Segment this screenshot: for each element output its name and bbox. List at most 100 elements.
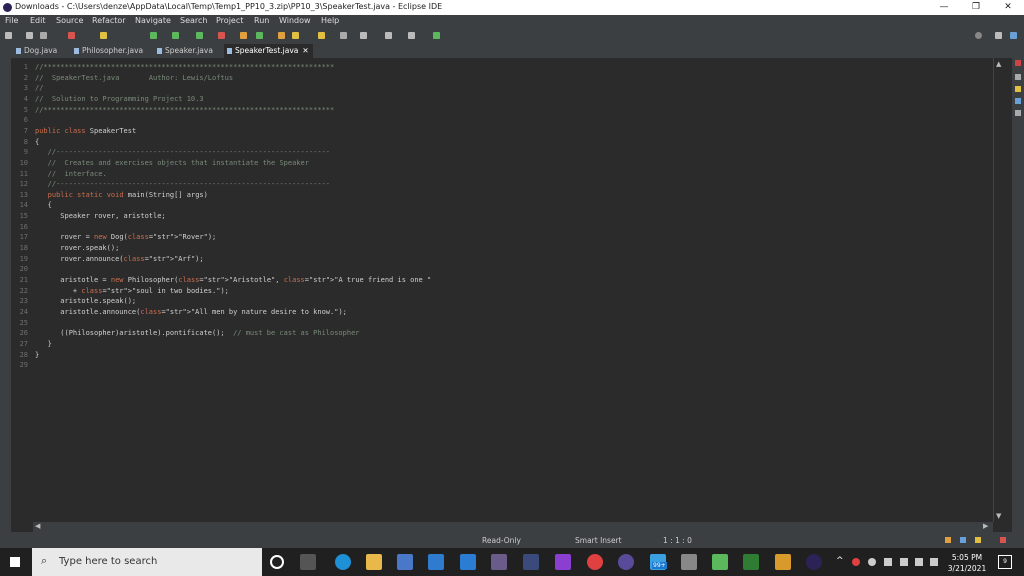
close-tab-icon[interactable]: ✕ (302, 46, 308, 55)
scroll-down-icon[interactable]: ▼ (996, 512, 1001, 520)
status-icon-4[interactable] (1000, 537, 1006, 543)
taskbar-clock[interactable]: 5:05 PM 3/21/2021 (942, 552, 992, 574)
code-line[interactable]: 2 // SpeakerTest.java Author: Lewis/Loftu… (11, 73, 993, 84)
app-icon-2[interactable] (523, 554, 539, 570)
code-line[interactable]: 25 (11, 318, 993, 329)
tab-speaker[interactable]: Speaker.java (157, 44, 213, 58)
app-icon-7[interactable] (681, 554, 697, 570)
dropbox-icon[interactable] (460, 554, 476, 570)
edge-icon[interactable] (335, 554, 351, 570)
tray-icon-1[interactable] (852, 558, 860, 566)
external-tools-icon[interactable] (218, 32, 225, 39)
code-line[interactable]: 6 (11, 115, 993, 126)
code-line[interactable]: 5 //*************************************… (11, 105, 993, 116)
battery-icon[interactable] (900, 558, 908, 566)
cortana-icon[interactable] (270, 555, 284, 569)
open-perspective-icon[interactable] (995, 32, 1002, 39)
menu-refactor[interactable]: Refactor (92, 16, 126, 25)
code-line[interactable]: 8{ (11, 137, 993, 148)
status-icon-2[interactable] (960, 537, 966, 543)
code-line[interactable]: 20 (11, 264, 993, 275)
code-line[interactable]: 1 //*************************************… (11, 62, 993, 73)
volume-icon[interactable] (930, 558, 938, 566)
tab-philosopher[interactable]: Philosopher.java (74, 44, 143, 58)
code-line[interactable]: 11 // interface. (11, 169, 993, 180)
tray-icon-3[interactable] (884, 558, 892, 566)
menu-help[interactable]: Help (321, 16, 339, 25)
code-line[interactable]: 22 + class="str">"soul in two bodies."); (11, 286, 993, 297)
console-icon[interactable] (1015, 98, 1021, 104)
code-line[interactable]: 4 // Solution to Programming Project 10.3 (11, 94, 993, 105)
search-toolbar-icon[interactable] (292, 32, 299, 39)
code-line[interactable]: 15 Speaker rover, aristotle; (11, 211, 993, 222)
app-icon-8[interactable] (712, 554, 728, 570)
code-line[interactable]: 10 // Creates and exercises objects that… (11, 158, 993, 169)
breakpoint-icon[interactable] (100, 32, 107, 39)
code-line[interactable]: 14 { (11, 200, 993, 211)
close-button[interactable]: ✕ (993, 0, 1023, 15)
menu-navigate[interactable]: Navigate (135, 16, 171, 25)
back-icon[interactable] (360, 32, 367, 39)
code-line[interactable]: 19 rover.announce(class="str">"Arf"); (11, 254, 993, 265)
menu-source[interactable]: Source (56, 16, 83, 25)
declaration-icon[interactable] (1015, 86, 1021, 92)
code-line[interactable]: 21 aristotle = new Philosopher(class="st… (11, 275, 993, 286)
next-annotation-icon[interactable] (340, 32, 347, 39)
menu-window[interactable]: Window (279, 16, 311, 25)
menu-run[interactable]: Run (254, 16, 269, 25)
tray-chevron-icon[interactable]: ^ (836, 556, 844, 566)
code-line[interactable]: 29 (11, 360, 993, 371)
status-icon-1[interactable] (945, 537, 951, 543)
code-line[interactable]: 18 rover.speak(); (11, 243, 993, 254)
status-icon-3[interactable] (975, 537, 981, 543)
code-line[interactable]: 23 aristotle.speak(); (11, 296, 993, 307)
menu-edit[interactable]: Edit (30, 16, 46, 25)
code-line[interactable]: 12 //-----------------------------------… (11, 179, 993, 190)
code-line[interactable]: 16 (11, 222, 993, 233)
app-icon-5[interactable] (618, 554, 634, 570)
code-editor[interactable]: 1 //*************************************… (11, 58, 993, 522)
maximize-button[interactable]: ❐ (961, 0, 991, 15)
eclipse-taskbar-icon[interactable] (806, 554, 822, 570)
save-icon[interactable] (26, 32, 33, 39)
menu-file[interactable]: File (5, 16, 18, 25)
new-class-icon[interactable] (256, 32, 263, 39)
code-line[interactable]: 17 rover = new Dog(class="str">"Rover"); (11, 232, 993, 243)
code-line[interactable]: 3 // (11, 83, 993, 94)
run-icon[interactable] (172, 32, 179, 39)
save-all-icon[interactable] (40, 32, 47, 39)
store-icon[interactable] (397, 554, 413, 570)
app-icon-9[interactable] (743, 554, 759, 570)
wifi-icon[interactable] (915, 558, 923, 566)
vertical-scrollbar[interactable]: ▲ ▼ (993, 58, 1005, 522)
scroll-left-icon[interactable]: ◀ (35, 522, 40, 530)
app-icon-6[interactable]: 99+ (650, 554, 667, 570)
annotation-icon[interactable] (318, 32, 325, 39)
code-line[interactable]: 24 aristotle.announce(class="str">"All m… (11, 307, 993, 318)
file-explorer-icon[interactable] (366, 554, 382, 570)
new-java-project-icon[interactable] (240, 32, 247, 39)
task-view-icon[interactable] (300, 554, 316, 570)
quick-access-icon[interactable] (975, 32, 982, 39)
perspective-icon[interactable] (433, 32, 440, 39)
taskbar-search[interactable]: ⌕ Type here to search (32, 548, 262, 576)
code-line[interactable]: 7 public class SpeakerTest (11, 126, 993, 137)
app-icon-4[interactable] (587, 554, 603, 570)
code-line[interactable]: 13 public static void main(String[] args… (11, 190, 993, 201)
app-icon-3[interactable] (555, 554, 571, 570)
scroll-up-icon[interactable]: ▲ (996, 60, 1001, 68)
debug-icon[interactable] (150, 32, 157, 39)
horizontal-scrollbar[interactable]: ◀ ▶ (33, 522, 993, 532)
tab-speakertest[interactable]: SpeakerTest.java ✕ (224, 44, 313, 58)
app-icon-10[interactable] (775, 554, 791, 570)
navigate-next-icon[interactable] (408, 32, 415, 39)
mail-icon[interactable] (428, 554, 444, 570)
java-perspective-icon[interactable] (1010, 32, 1017, 39)
run-last-icon[interactable] (196, 32, 203, 39)
code-line[interactable]: 28} (11, 350, 993, 361)
menu-search[interactable]: Search (180, 16, 207, 25)
terminate-icon[interactable] (68, 32, 75, 39)
outline-icon[interactable] (1015, 110, 1021, 116)
menu-project[interactable]: Project (216, 16, 243, 25)
minimize-button[interactable]: — (929, 0, 959, 15)
